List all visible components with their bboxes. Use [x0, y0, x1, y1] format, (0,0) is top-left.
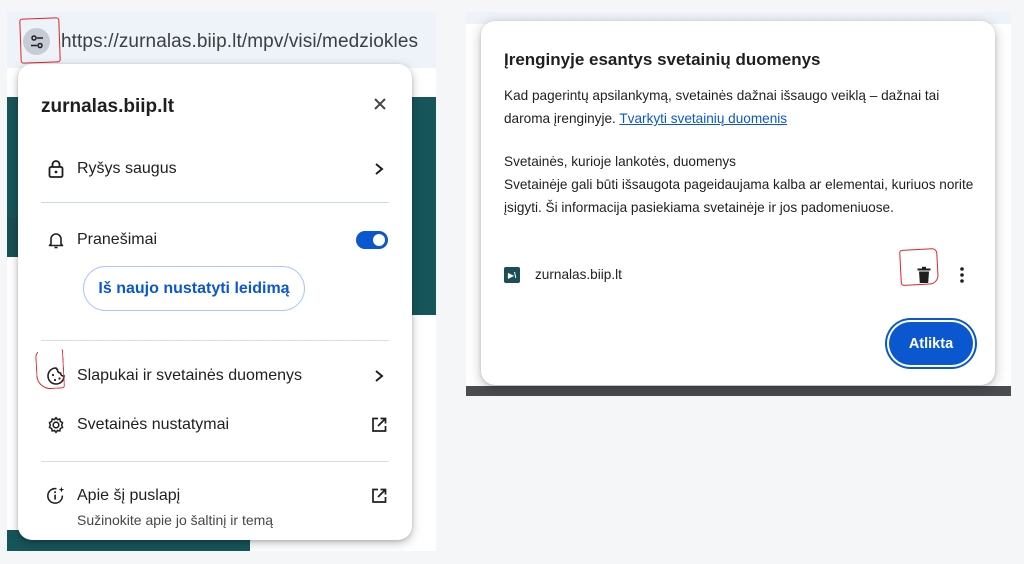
gear-icon: [46, 415, 66, 435]
site-info-popup: zurnalas.biip.lt Ryšys saugus Pranešimai…: [18, 64, 412, 540]
section-text: Svetainėje gali būti išsaugota pageidauj…: [504, 177, 974, 215]
divider: [41, 461, 389, 462]
divider: [41, 202, 389, 203]
dialog-intro: Kad pagerintų apsilankymą, svetainės daž…: [504, 84, 974, 130]
annotation-mark-delete: [899, 248, 939, 286]
open-external-icon: [369, 415, 389, 435]
cookies-label: Slapukai ir svetainės duomenys: [77, 367, 303, 384]
right-screenshot: Įrenginyje esantys svetainių duomenys Ka…: [466, 12, 1011, 396]
more-options-button[interactable]: [952, 265, 972, 285]
about-page-label: Apie šį puslapį: [77, 487, 181, 504]
site-settings-row[interactable]: Svetainės nustatymai: [18, 405, 412, 445]
url-text[interactable]: https://zurnalas.biip.lt/mpv/visi/medzio…: [61, 31, 418, 53]
connection-label: Ryšys saugus: [77, 160, 177, 177]
about-page-row[interactable]: Apie šį puslapį: [18, 476, 412, 516]
notifications-toggle[interactable]: [356, 231, 388, 249]
section-heading: Svetainės, kurioje lankotės, duomenys: [504, 154, 736, 169]
site-favicon: ▶\: [504, 267, 520, 283]
popup-domain-title: zurnalas.biip.lt: [41, 96, 175, 117]
dimmed-page-background: [466, 386, 1011, 396]
about-page-sublabel: Sužinokite apie jo šaltinį ir temą: [77, 512, 274, 528]
site-settings-label: Svetainės nustatymai: [77, 416, 230, 433]
site-name: zurnalas.biip.lt: [535, 267, 622, 282]
more-vert-icon: [960, 267, 964, 283]
reset-permission-button[interactable]: Iš naujo nustatyti leidimą: [83, 266, 305, 311]
done-button[interactable]: Atlikta: [889, 322, 973, 365]
divider: [41, 340, 389, 341]
annotation-mark-site-button: [19, 17, 61, 64]
annotation-mark-cookies: [34, 348, 66, 390]
site-data-dialog: Įrenginyje esantys svetainių duomenys Ka…: [481, 21, 995, 385]
close-button[interactable]: [370, 94, 390, 114]
connection-row[interactable]: Ryšys saugus: [18, 149, 412, 189]
info-sparkle-icon: [46, 486, 66, 506]
manage-site-data-link[interactable]: Tvarkyti svetainių duomenis: [619, 111, 787, 126]
lock-icon: [46, 159, 66, 179]
chevron-right-icon: [369, 366, 389, 386]
dialog-title: Įrenginyje esantys svetainių duomenys: [504, 50, 821, 69]
notifications-row: Pranešimai: [18, 220, 412, 260]
left-screenshot: https://zurnalas.biip.lt/mpv/visi/medzio…: [7, 12, 436, 551]
screenshot-root: https://zurnalas.biip.lt/mpv/visi/medzio…: [0, 0, 1024, 564]
close-icon: [374, 98, 386, 110]
open-external-icon: [369, 486, 389, 506]
address-bar[interactable]: https://zurnalas.biip.lt/mpv/visi/medzio…: [7, 12, 436, 68]
notifications-label: Pranešimai: [77, 231, 158, 248]
cookies-row[interactable]: Slapukai ir svetainės duomenys: [18, 356, 412, 396]
chevron-right-icon: [369, 159, 389, 179]
bell-icon: [46, 230, 66, 250]
